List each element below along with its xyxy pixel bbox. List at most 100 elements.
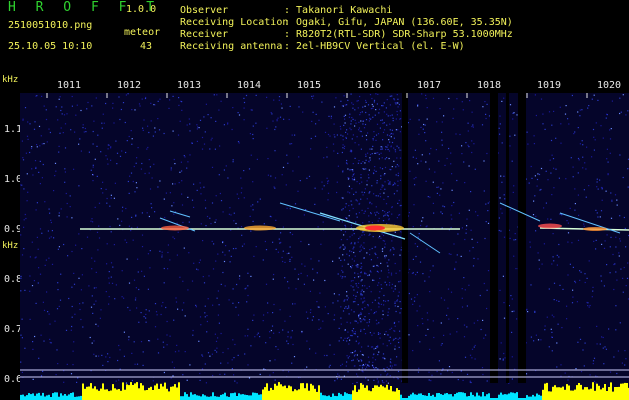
noise-speck xyxy=(259,336,261,338)
noise-speck xyxy=(560,123,562,125)
noise-speck xyxy=(229,261,231,263)
noise-speck xyxy=(232,339,234,341)
noise-speck xyxy=(105,155,107,157)
noise-speck xyxy=(115,284,117,286)
level-bar xyxy=(428,393,430,400)
noise-speck xyxy=(362,354,364,356)
noise-speck xyxy=(525,373,528,375)
noise-speck xyxy=(51,263,54,265)
noise-speck xyxy=(88,151,90,153)
noise-speck xyxy=(371,148,373,150)
level-bar xyxy=(420,393,422,400)
noise-speck xyxy=(364,273,366,275)
noise-speck xyxy=(398,199,400,201)
noise-speck xyxy=(333,123,335,125)
noise-speck xyxy=(303,283,305,285)
noise-speck xyxy=(36,144,38,146)
level-bar xyxy=(36,393,38,400)
noise-speck xyxy=(358,127,360,129)
noise-speck xyxy=(291,362,293,364)
noise-speck xyxy=(148,131,150,134)
noise-speck xyxy=(359,114,361,116)
noise-speck xyxy=(450,152,452,154)
noise-speck xyxy=(514,134,516,136)
noise-speck xyxy=(203,186,205,188)
noise-speck xyxy=(534,94,536,96)
noise-speck xyxy=(56,308,59,310)
noise-speck xyxy=(385,148,387,151)
noise-speck xyxy=(345,203,347,205)
noise-speck xyxy=(368,114,370,116)
level-bar xyxy=(438,393,440,400)
level-bar xyxy=(80,395,82,400)
noise-speck xyxy=(135,287,137,289)
noise-speck xyxy=(503,175,505,177)
noise-speck xyxy=(616,199,618,201)
noise-speck xyxy=(463,277,465,279)
noise-speck xyxy=(377,93,379,95)
noise-speck xyxy=(83,131,85,133)
noise-speck xyxy=(424,124,426,126)
level-bar xyxy=(596,383,598,400)
noise-speck xyxy=(66,216,68,218)
noise-speck xyxy=(73,168,75,170)
noise-speck xyxy=(353,311,355,313)
noise-speck xyxy=(373,265,375,267)
noise-speck xyxy=(361,308,363,310)
level-bar xyxy=(548,391,550,400)
noise-speck xyxy=(378,303,380,305)
noise-speck xyxy=(385,213,387,215)
noise-speck xyxy=(612,253,614,256)
noise-speck xyxy=(606,158,608,160)
noise-speck xyxy=(247,294,249,297)
noise-speck xyxy=(233,357,235,359)
noise-speck xyxy=(390,342,392,345)
noise-speck xyxy=(279,242,281,244)
noise-speck xyxy=(412,303,414,305)
noise-speck xyxy=(336,181,338,183)
noise-speck xyxy=(574,188,576,190)
noise-speck xyxy=(181,193,183,195)
noise-speck xyxy=(163,371,165,374)
noise-speck xyxy=(282,250,284,252)
noise-speck xyxy=(326,156,328,158)
noise-speck xyxy=(30,147,33,150)
noise-speck xyxy=(237,354,239,356)
level-bar xyxy=(170,386,172,400)
noise-speck xyxy=(371,185,373,187)
noise-speck xyxy=(269,331,271,333)
level-bar xyxy=(614,387,616,400)
noise-speck xyxy=(125,382,128,384)
noise-speck xyxy=(466,373,469,375)
noise-speck xyxy=(71,286,73,288)
noise-speck xyxy=(148,159,150,161)
noise-speck xyxy=(544,325,546,327)
noise-speck xyxy=(352,207,354,210)
noise-speck xyxy=(347,178,350,180)
noise-speck xyxy=(169,259,171,261)
noise-speck xyxy=(366,198,368,200)
level-bar xyxy=(370,391,372,400)
noise-speck xyxy=(587,107,589,109)
noise-speck xyxy=(250,345,252,347)
noise-speck xyxy=(207,114,209,116)
level-bar xyxy=(526,395,528,400)
noise-speck xyxy=(309,290,311,292)
level-bar xyxy=(130,382,132,400)
noise-speck xyxy=(128,282,131,284)
noise-speck xyxy=(396,94,398,96)
noise-speck xyxy=(615,271,617,273)
noise-speck xyxy=(360,292,362,294)
level-bar xyxy=(86,386,88,400)
noise-speck xyxy=(215,260,217,262)
noise-speck xyxy=(389,250,391,252)
noise-speck xyxy=(208,275,210,277)
noise-speck xyxy=(203,143,206,145)
noise-speck xyxy=(365,168,367,170)
noise-speck xyxy=(440,344,442,346)
noise-speck xyxy=(201,136,204,139)
noise-speck xyxy=(354,119,356,121)
noise-speck xyxy=(248,377,251,379)
noise-speck xyxy=(469,250,471,252)
noise-speck xyxy=(593,149,595,151)
